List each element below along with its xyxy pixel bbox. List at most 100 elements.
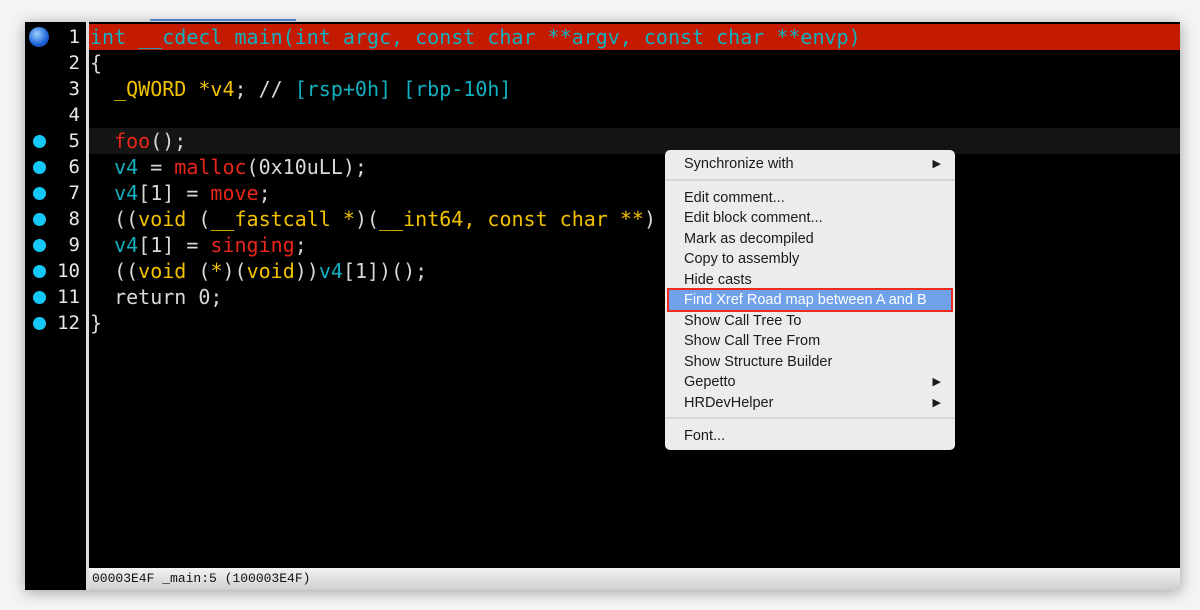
code-line[interactable]: foo(); — [89, 128, 1180, 154]
code-token: (); — [150, 129, 187, 153]
code-token: _QWORD *v4 — [90, 77, 235, 101]
code-token: malloc — [174, 155, 247, 179]
gutter-line[interactable]: 3 — [25, 76, 86, 102]
code-token: void — [138, 207, 187, 231]
code-line[interactable]: v4[1] = move; — [89, 180, 1180, 206]
breakpoint-icon[interactable] — [33, 317, 46, 330]
line-gutter[interactable]: 1 2 3 4 5 6 7 8 9 10 11 12 — [25, 22, 89, 590]
gutter-line[interactable]: 9 — [25, 232, 86, 258]
code-token: ( — [186, 259, 211, 283]
line-number: 3 — [68, 78, 80, 100]
menu-item-label: HRDevHelper — [684, 394, 774, 411]
code-line[interactable]: ((void (*)(void))v4[1])(); — [89, 258, 1180, 284]
gutter-line[interactable]: 10 — [25, 258, 86, 284]
code-line[interactable]: int __cdecl main(int argc, const char **… — [89, 24, 1180, 50]
menu-item-font[interactable]: Font... — [669, 426, 951, 446]
code-line[interactable]: { — [89, 50, 1180, 76]
line-number: 9 — [68, 234, 80, 256]
code-token: int __cdecl main(int argc, const char **… — [90, 25, 861, 49]
line-number: 2 — [68, 52, 80, 74]
gutter-line[interactable]: 2 — [25, 50, 86, 76]
gutter-line[interactable]: 6 — [25, 154, 86, 180]
code-token: [1])(); — [342, 259, 428, 283]
code-token: v4 — [90, 155, 139, 179]
breakpoint-icon[interactable] — [33, 161, 46, 174]
gutter-line[interactable]: 11 — [25, 284, 86, 310]
menu-item-mark-as-decompiled[interactable]: Mark as decompiled — [669, 229, 951, 249]
menu-item-label: Show Call Tree To — [684, 312, 802, 329]
breakpoint-icon[interactable] — [33, 291, 46, 304]
code-token: __int64, const char ** — [379, 207, 644, 231]
code-token: (( — [90, 259, 139, 283]
menu-item-edit-comment[interactable]: Edit comment... — [669, 188, 951, 208]
code-token: (0x10uLL); — [246, 155, 367, 179]
line-number: 10 — [57, 260, 80, 282]
code-token: ; — [258, 181, 271, 205]
gutter-line[interactable]: 7 — [25, 180, 86, 206]
code-token: )( — [222, 259, 247, 283]
code-line[interactable]: } — [89, 310, 1180, 336]
menu-item-label: Copy to assembly — [684, 251, 800, 267]
code-line[interactable]: ((void (__fastcall *)(__int64, const cha… — [89, 206, 1180, 232]
menu-item-find-xref-road-map-between-a-and-b[interactable]: Find Xref Road map between A and B — [667, 288, 953, 312]
code-token: ; — [294, 233, 307, 257]
code-line[interactable]: _QWORD *v4; // [rsp+0h] [rbp-10h] — [89, 76, 1180, 102]
pseudocode-window: 1 2 3 4 5 6 7 8 9 10 11 12 int __cdecl main(int arg… — [25, 22, 1180, 590]
menu-item-label: Gepetto — [684, 374, 736, 390]
menu-item-hide-casts[interactable]: Hide casts — [669, 270, 951, 290]
menu-item-label: Edit block comment... — [684, 210, 823, 226]
menu-item-hrdevhelper[interactable]: HRDevHelper ▶ — [669, 393, 951, 413]
line-number: 8 — [68, 208, 80, 230]
menu-item-label: Hide casts — [684, 271, 752, 288]
code-line[interactable]: v4 = malloc(0x10uLL); — [89, 154, 1180, 180]
code-token: v4 — [90, 233, 139, 257]
code-line[interactable]: v4[1] = singing; — [89, 232, 1180, 258]
menu-item-show-call-tree-to[interactable]: Show Call Tree To — [669, 311, 951, 331]
breakpoint-icon[interactable] — [33, 265, 46, 278]
code-line[interactable] — [89, 102, 1180, 128]
line-number: 11 — [57, 286, 80, 308]
line-number: 6 — [68, 156, 80, 178]
menu-item-synchronize-with[interactable]: Synchronize with ▶ — [669, 154, 951, 174]
pseudocode-view[interactable]: int __cdecl main(int argc, const char **… — [89, 22, 1180, 568]
gutter-line[interactable]: 5 — [25, 128, 86, 154]
gutter-line[interactable]: 12 — [25, 310, 86, 336]
menu-item-edit-block-comment[interactable]: Edit block comment... — [669, 208, 951, 228]
menu-item-label: Show Call Tree From — [684, 333, 821, 349]
line-number: 5 — [68, 130, 80, 152]
menu-item-show-call-tree-from[interactable]: Show Call Tree From — [669, 331, 951, 351]
menu-item-show-structure-builder[interactable]: Show Structure Builder — [669, 352, 951, 372]
code-token: foo — [90, 129, 151, 153]
code-token: ) — [643, 207, 656, 231]
code-token: ; // — [234, 77, 295, 101]
line-number: 4 — [68, 104, 80, 126]
code-token: } — [90, 311, 103, 335]
line-number: 1 — [68, 26, 80, 48]
breakpoint-icon[interactable] — [33, 135, 46, 148]
code-token: v4 — [90, 181, 139, 205]
status-bar: 00003E4F _main:5 (100003E4F) — [89, 568, 1180, 590]
submenu-arrow-icon: ▶ — [932, 396, 941, 409]
menu-item-label: Find Xref Road map between A and B — [684, 292, 927, 308]
code-token: move — [210, 181, 259, 205]
code-token: [rsp+0h] [rbp-10h] — [294, 77, 512, 101]
code-token: { — [90, 51, 103, 75]
code-token: [1] = — [138, 181, 211, 205]
code-line[interactable]: return 0; — [89, 284, 1180, 310]
breakpoint-icon[interactable] — [33, 213, 46, 226]
gutter-line[interactable]: 1 — [25, 24, 86, 50]
menu-item-label: Font... — [684, 428, 726, 444]
menu-item-label: Show Structure Builder — [684, 353, 833, 370]
gutter-line[interactable]: 4 — [25, 102, 86, 128]
line-number: 7 — [68, 182, 80, 204]
code-token: = — [138, 155, 175, 179]
menu-item-gepetto[interactable]: Gepetto ▶ — [669, 372, 951, 392]
code-token: * — [210, 259, 223, 283]
menu-item-label: Edit comment... — [684, 189, 785, 206]
breakpoint-icon[interactable] — [29, 27, 49, 47]
breakpoint-icon[interactable] — [33, 187, 46, 200]
menu-item-copy-to-assembly[interactable]: Copy to assembly — [669, 249, 951, 269]
context-menu: Synchronize with ▶ Edit comment... Edit blo… — [665, 150, 955, 450]
breakpoint-icon[interactable] — [33, 239, 46, 252]
gutter-line[interactable]: 8 — [25, 206, 86, 232]
